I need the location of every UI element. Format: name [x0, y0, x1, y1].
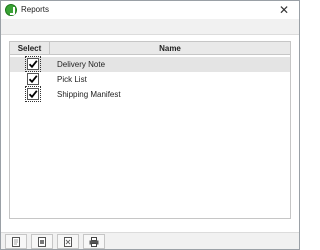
- export-pdf-icon: [12, 236, 20, 247]
- checkmark-icon: [28, 75, 38, 84]
- grid-header: Select Name: [10, 42, 290, 55]
- export-excel-button[interactable]: [57, 234, 79, 249]
- top-toolbar-strip: [1, 19, 299, 35]
- export-word-button[interactable]: [31, 234, 53, 249]
- column-header-name[interactable]: Name: [50, 42, 290, 55]
- report-name: Delivery Note: [57, 60, 106, 69]
- app-logo-icon: [5, 4, 17, 16]
- report-name: Pick List: [57, 75, 87, 84]
- select-checkbox[interactable]: [25, 56, 41, 72]
- export-word-icon: [38, 236, 46, 247]
- checkmark-icon: [28, 90, 38, 99]
- export-pdf-button[interactable]: [5, 234, 27, 249]
- column-header-select[interactable]: Select: [10, 42, 50, 55]
- window-title: Reports: [21, 5, 50, 14]
- close-button[interactable]: ✕: [271, 1, 297, 19]
- export-excel-icon: [64, 236, 72, 247]
- select-checkbox[interactable]: [27, 73, 39, 85]
- print-icon: [89, 236, 99, 247]
- reports-grid: Select Name Delivery Note Pick List Ship…: [9, 41, 291, 219]
- reports-window: Reports ✕ Select Name Delivery Note Pick…: [0, 0, 300, 250]
- table-row[interactable]: Delivery Note: [10, 56, 290, 72]
- select-checkbox[interactable]: [25, 86, 41, 102]
- bottom-toolbar: [1, 232, 299, 249]
- table-row[interactable]: Pick List: [10, 72, 290, 87]
- print-button[interactable]: [83, 234, 105, 249]
- checkmark-icon: [28, 60, 38, 69]
- title-bar: Reports ✕: [1, 1, 299, 19]
- report-name: Shipping Manifest: [57, 90, 121, 99]
- table-row[interactable]: Shipping Manifest: [10, 86, 290, 102]
